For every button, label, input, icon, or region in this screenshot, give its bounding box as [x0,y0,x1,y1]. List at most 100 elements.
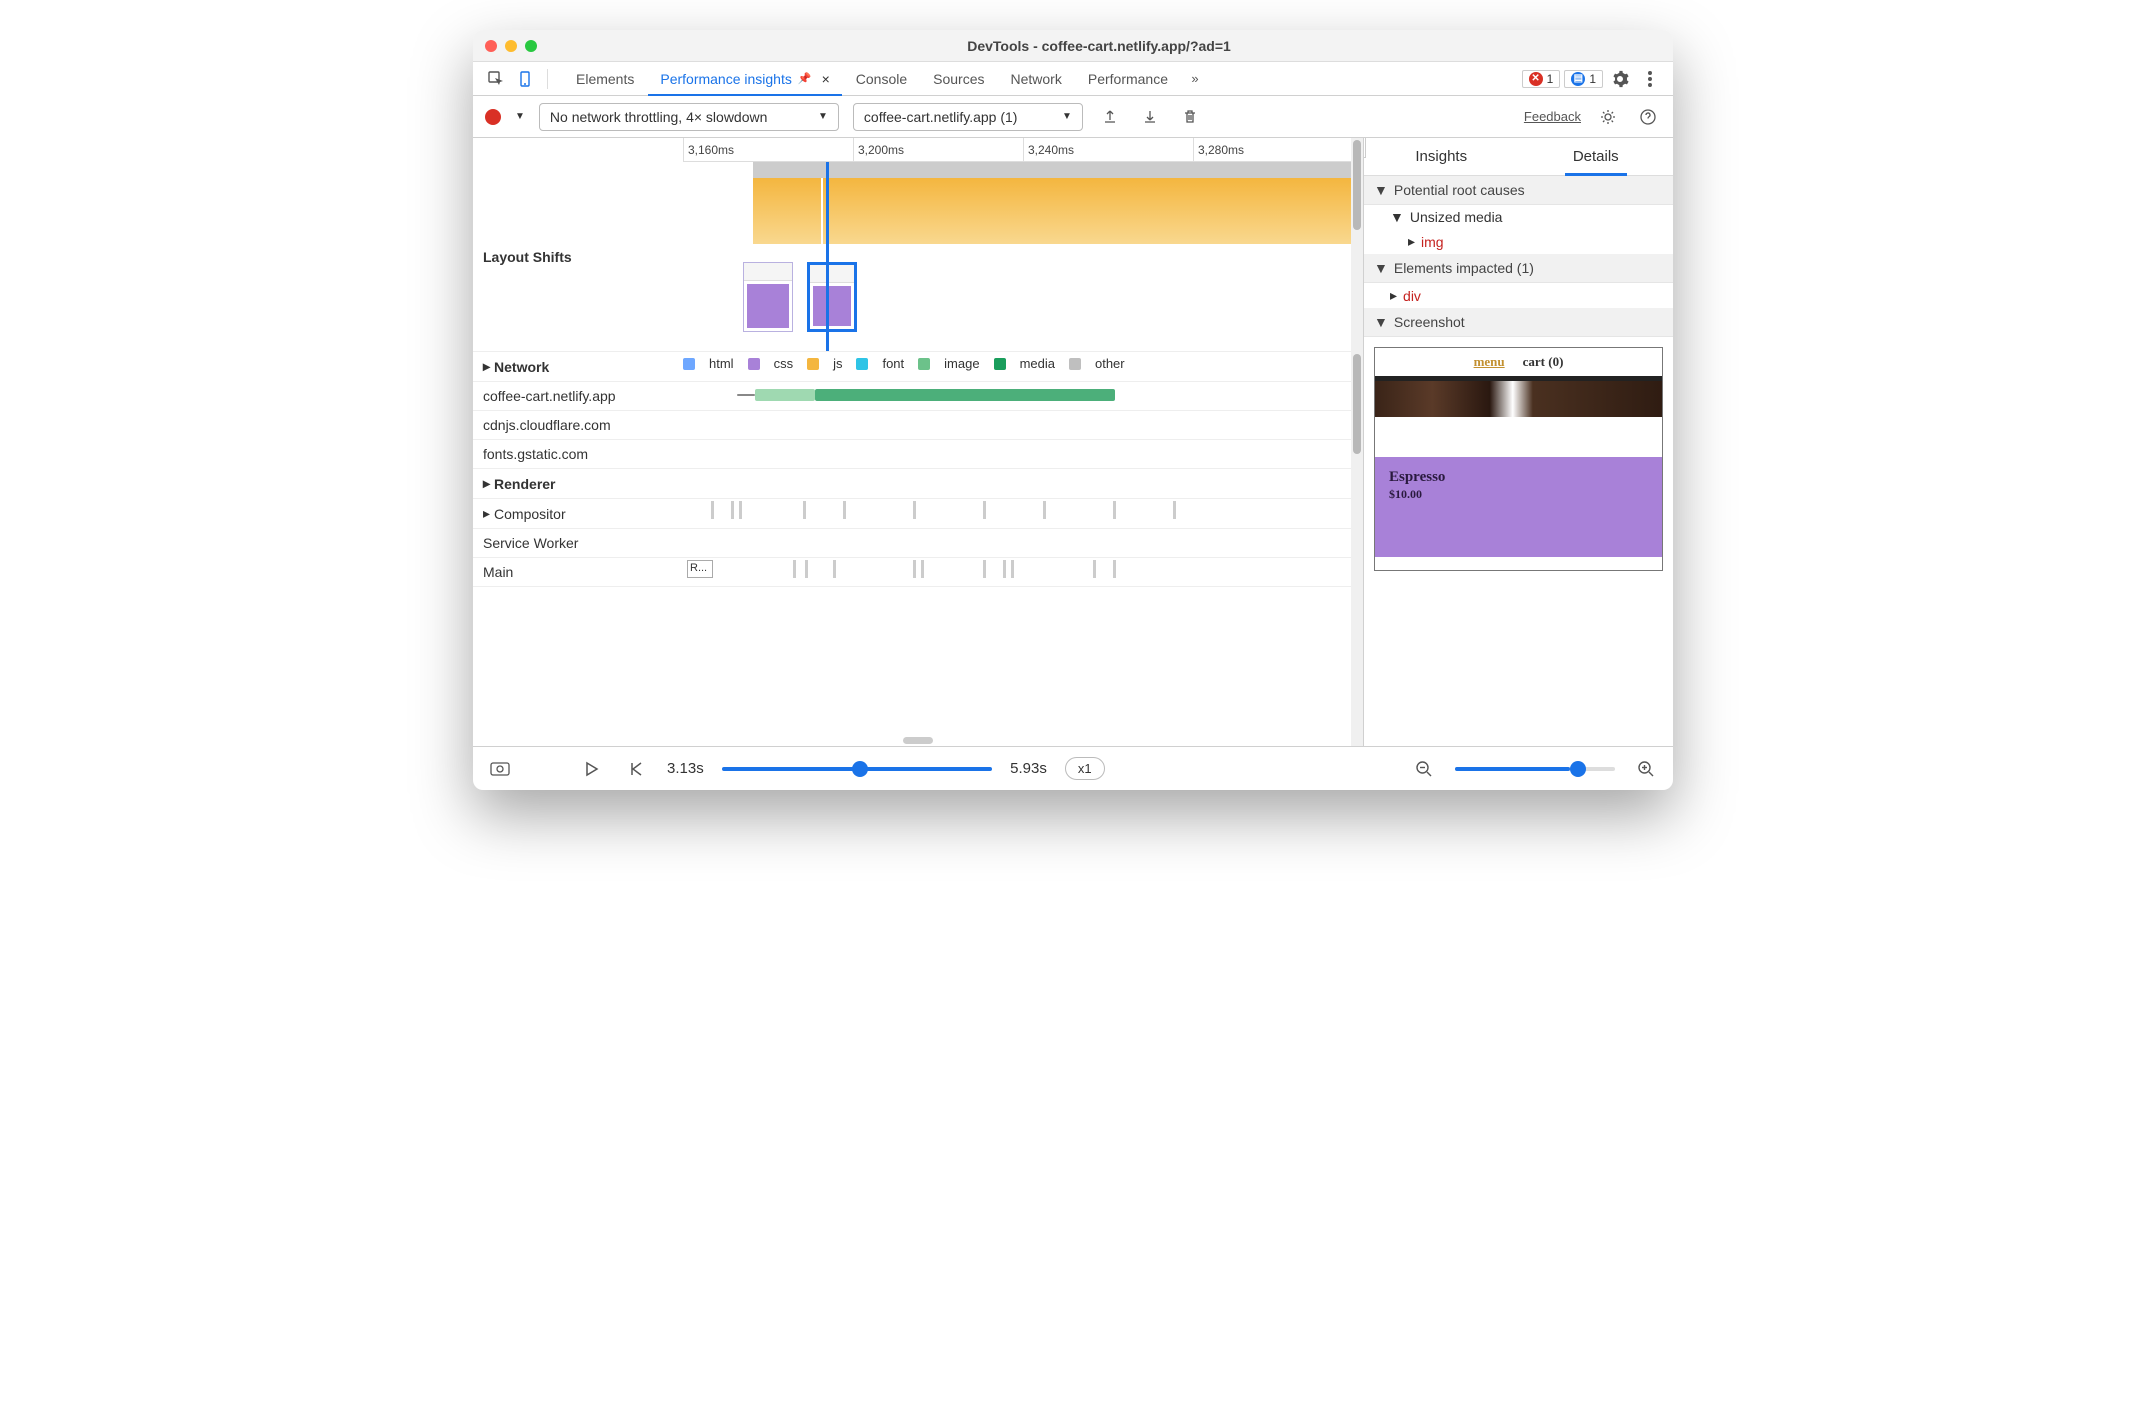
feedback-link[interactable]: Feedback [1524,109,1581,124]
time-slider[interactable] [722,767,992,771]
service-worker-row: Service Worker [473,529,1363,558]
more-tabs-icon[interactable]: » [1182,66,1208,92]
legend-swatch-other [1069,358,1081,370]
upload-icon[interactable] [1097,104,1123,130]
horizontal-scroll-thumb[interactable] [903,737,933,744]
network-host-body[interactable] [683,440,1363,466]
track-label-main: Main [473,558,683,586]
panel-settings-icon[interactable] [1595,104,1621,130]
layout-shifts-body[interactable] [683,162,1363,351]
zoom-out-icon[interactable] [1411,756,1437,782]
legend-swatch-font [856,358,868,370]
section-root-causes[interactable]: ▼ Potential root causes [1364,176,1673,205]
zoom-window-button[interactable] [525,40,537,52]
tab-insights[interactable]: Insights [1364,138,1519,175]
screenshot-menu-link: menu [1474,354,1505,370]
vertical-scrollbar[interactable] [1351,138,1363,746]
download-icon[interactable] [1137,104,1163,130]
info-badge[interactable]: ▤ 1 [1564,70,1603,88]
chevron-down-icon: ▼ [1062,111,1072,122]
error-icon: ✕ [1529,72,1543,86]
tab-performance-insights[interactable]: Performance insights 📌 × [648,63,841,95]
network-host-row: coffee-cart.netlify.app [473,382,1363,411]
window-controls [485,40,537,52]
playhead[interactable] [826,162,829,351]
main-tab-bar: Elements Performance insights 📌 × Consol… [473,62,1673,96]
renderer-body[interactable] [683,469,1363,495]
section-screenshot[interactable]: ▼ Screenshot [1364,308,1673,337]
screenshot-product-card: Espresso $10.00 [1375,457,1662,557]
window-title: DevTools - coffee-cart.netlify.app/?ad=1 [537,38,1661,54]
ruler-tick: 3,240ms [1023,138,1193,161]
section-elements-impacted[interactable]: ▼ Elements impacted (1) [1364,254,1673,283]
network-host-label: fonts.gstatic.com [473,440,683,468]
service-worker-body[interactable] [683,529,1363,551]
compositor-body[interactable] [683,499,1363,521]
track-label-network[interactable]: ▸ Network [473,352,683,381]
layout-shift-thumbnail[interactable] [743,262,793,332]
main-row: Main R... [473,558,1363,587]
legend-swatch-css [748,358,760,370]
main-task-block[interactable]: R... [687,560,713,578]
play-icon[interactable] [579,756,605,782]
time-ruler[interactable]: 3,160ms 3,200ms 3,240ms 3,280ms [683,138,1363,162]
layout-shifts-track: Layout Shifts [473,162,1363,352]
tree-div-element[interactable]: ▸ div [1364,283,1673,308]
zoom-in-icon[interactable] [1633,756,1659,782]
error-badge[interactable]: ✕ 1 [1522,70,1561,88]
playback-footer: 3.13s 5.93s x1 [473,746,1673,790]
track-label-renderer[interactable]: ▸ Renderer [473,469,683,498]
recording-select[interactable]: coffee-cart.netlify.app (1) ▼ [853,103,1083,131]
network-legend: html css js font image media other [683,352,1363,375]
tracks-container[interactable]: Layout Shifts [473,162,1363,746]
help-icon[interactable] [1635,104,1661,130]
request-bar-light[interactable] [755,389,815,401]
settings-icon[interactable] [1607,66,1633,92]
screenshot-product-name: Espresso [1389,469,1648,486]
record-button[interactable] [485,109,501,125]
tab-performance[interactable]: Performance [1076,63,1180,95]
tab-sources[interactable]: Sources [921,63,996,95]
network-host-body[interactable] [683,382,1363,408]
delete-icon[interactable] [1177,104,1203,130]
content-area: 3,160ms 3,200ms 3,240ms 3,280ms Layout S… [473,138,1673,746]
close-tab-icon[interactable]: × [822,71,830,87]
compositor-row: ▸ Compositor [473,499,1363,529]
divider [547,69,548,89]
kebab-menu-icon[interactable] [1637,66,1663,92]
devtools-window: DevTools - coffee-cart.netlify.app/?ad=1… [473,30,1673,790]
device-toolbar-icon[interactable] [513,66,539,92]
network-host-body[interactable] [683,411,1363,437]
tree-img-element[interactable]: ▸ img [1364,229,1673,254]
screenshot-cart-label: cart (0) [1523,354,1564,370]
record-menu-caret[interactable]: ▼ [515,111,525,122]
request-bar[interactable] [815,389,1115,401]
screenshot-product-price: $10.00 [1389,487,1422,501]
panel-tabs: Elements Performance insights 📌 × Consol… [564,63,1208,95]
time-end: 5.93s [1010,760,1047,777]
close-window-button[interactable] [485,40,497,52]
network-host-row: cdnjs.cloudflare.com [473,411,1363,440]
layout-shift-thumbnail-selected[interactable] [807,262,857,332]
details-tabs: Insights Details [1364,138,1673,176]
renderer-track-header: ▸ Renderer [473,469,1363,499]
ruler-tick: 3,200ms [853,138,1023,161]
track-label-layout-shifts: Layout Shifts [473,162,683,351]
track-label-compositor[interactable]: ▸ Compositor [473,499,683,528]
minimize-window-button[interactable] [505,40,517,52]
tab-console[interactable]: Console [844,63,919,95]
titlebar: DevTools - coffee-cart.netlify.app/?ad=1 [473,30,1673,62]
main-body[interactable]: R... [683,558,1363,580]
skip-back-icon[interactable] [623,756,649,782]
tab-network[interactable]: Network [999,63,1074,95]
throttle-select[interactable]: No network throttling, 4× slowdown ▼ [539,103,839,131]
time-start: 3.13s [667,760,704,777]
chevron-down-icon: ▼ [818,111,828,122]
zoom-slider[interactable] [1455,767,1615,771]
preview-icon[interactable] [487,756,513,782]
tree-unsized-media[interactable]: ▼ Unsized media [1364,205,1673,229]
tab-details[interactable]: Details [1519,138,1674,175]
tab-elements[interactable]: Elements [564,63,646,95]
inspect-element-icon[interactable] [483,66,509,92]
speed-pill[interactable]: x1 [1065,757,1105,780]
